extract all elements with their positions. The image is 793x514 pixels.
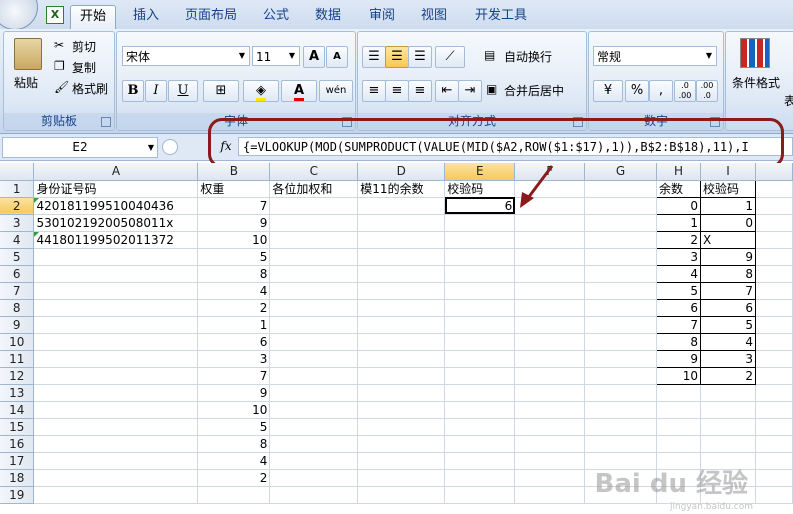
- annotation-arrow-icon: [520, 165, 554, 208]
- watermark-logo: Bai du 经验: [594, 469, 749, 499]
- watermark-url: jingyan.baidu.com: [669, 502, 753, 512]
